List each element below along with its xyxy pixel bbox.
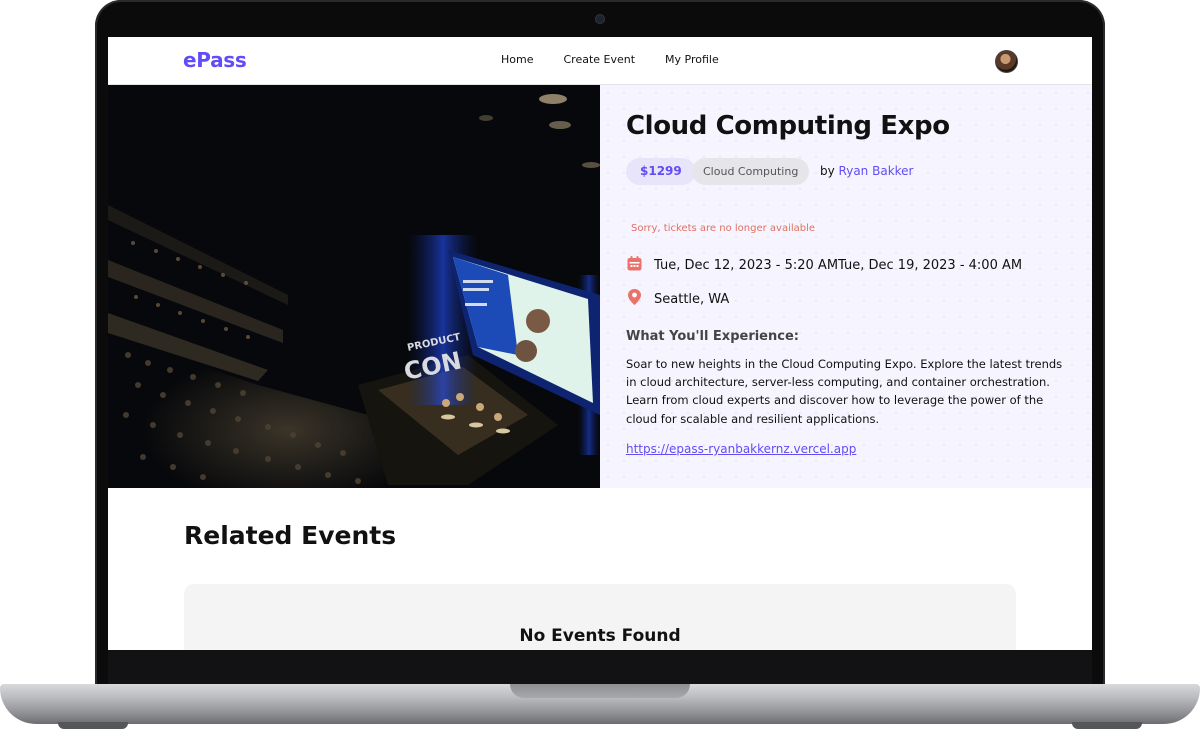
laptop-foot-right xyxy=(1072,722,1142,729)
webcam xyxy=(596,15,604,23)
related-events-empty-state: No Events Found xyxy=(184,584,1016,650)
calendar-icon xyxy=(626,255,643,276)
no-events-message: No Events Found xyxy=(519,626,681,646)
top-navbar: ePass Home Create Event My Profile xyxy=(108,37,1092,85)
tickets-unavailable-message: Sorry, tickets are no longer available xyxy=(631,223,816,234)
laptop-foot-left xyxy=(58,722,128,729)
logo[interactable]: ePass xyxy=(183,48,247,72)
event-description: Soar to new heights in the Cloud Computi… xyxy=(626,357,1063,426)
conference-photo: PRODUCT CON xyxy=(108,85,600,488)
nav-my-profile-link[interactable]: My Profile xyxy=(665,53,719,66)
organizer-name-link[interactable]: Ryan Bakker xyxy=(839,164,914,178)
experience-heading: What You'll Experience: xyxy=(626,329,799,344)
event-title: Cloud Computing Expo xyxy=(626,111,950,141)
organizer-prefix: by xyxy=(820,164,835,178)
event-url-link[interactable]: https://epass-ryanbakkernz.vercel.app xyxy=(626,442,856,456)
related-events-title: Related Events xyxy=(184,521,397,550)
user-avatar[interactable] xyxy=(995,50,1018,73)
organizer-line: by Ryan Bakker xyxy=(820,164,913,178)
nav-home-link[interactable]: Home xyxy=(501,53,533,66)
price-badge: $1299 xyxy=(626,158,696,185)
nav-links: Home Create Event My Profile xyxy=(501,53,719,66)
laptop-base-notch xyxy=(510,684,690,698)
event-location-row: Seattle, WA xyxy=(626,288,729,310)
laptop-bezel-bottom xyxy=(108,650,1092,684)
event-details-panel: Cloud Computing Expo $1299 Cloud Computi… xyxy=(600,85,1092,488)
event-date-range: Tue, Dec 12, 2023 - 5:20 AMTue, Dec 19, … xyxy=(654,258,1023,273)
browser-viewport: ePass Home Create Event My Profile PRODU… xyxy=(108,37,1092,650)
nav-create-event-link[interactable]: Create Event xyxy=(563,53,635,66)
event-image: PRODUCT CON xyxy=(108,85,600,488)
event-location: Seattle, WA xyxy=(654,291,730,307)
event-date-row: Tue, Dec 12, 2023 - 5:20 AMTue, Dec 19, … xyxy=(626,255,1022,276)
location-pin-icon xyxy=(626,288,643,310)
category-badge[interactable]: Cloud Computing xyxy=(692,158,810,185)
